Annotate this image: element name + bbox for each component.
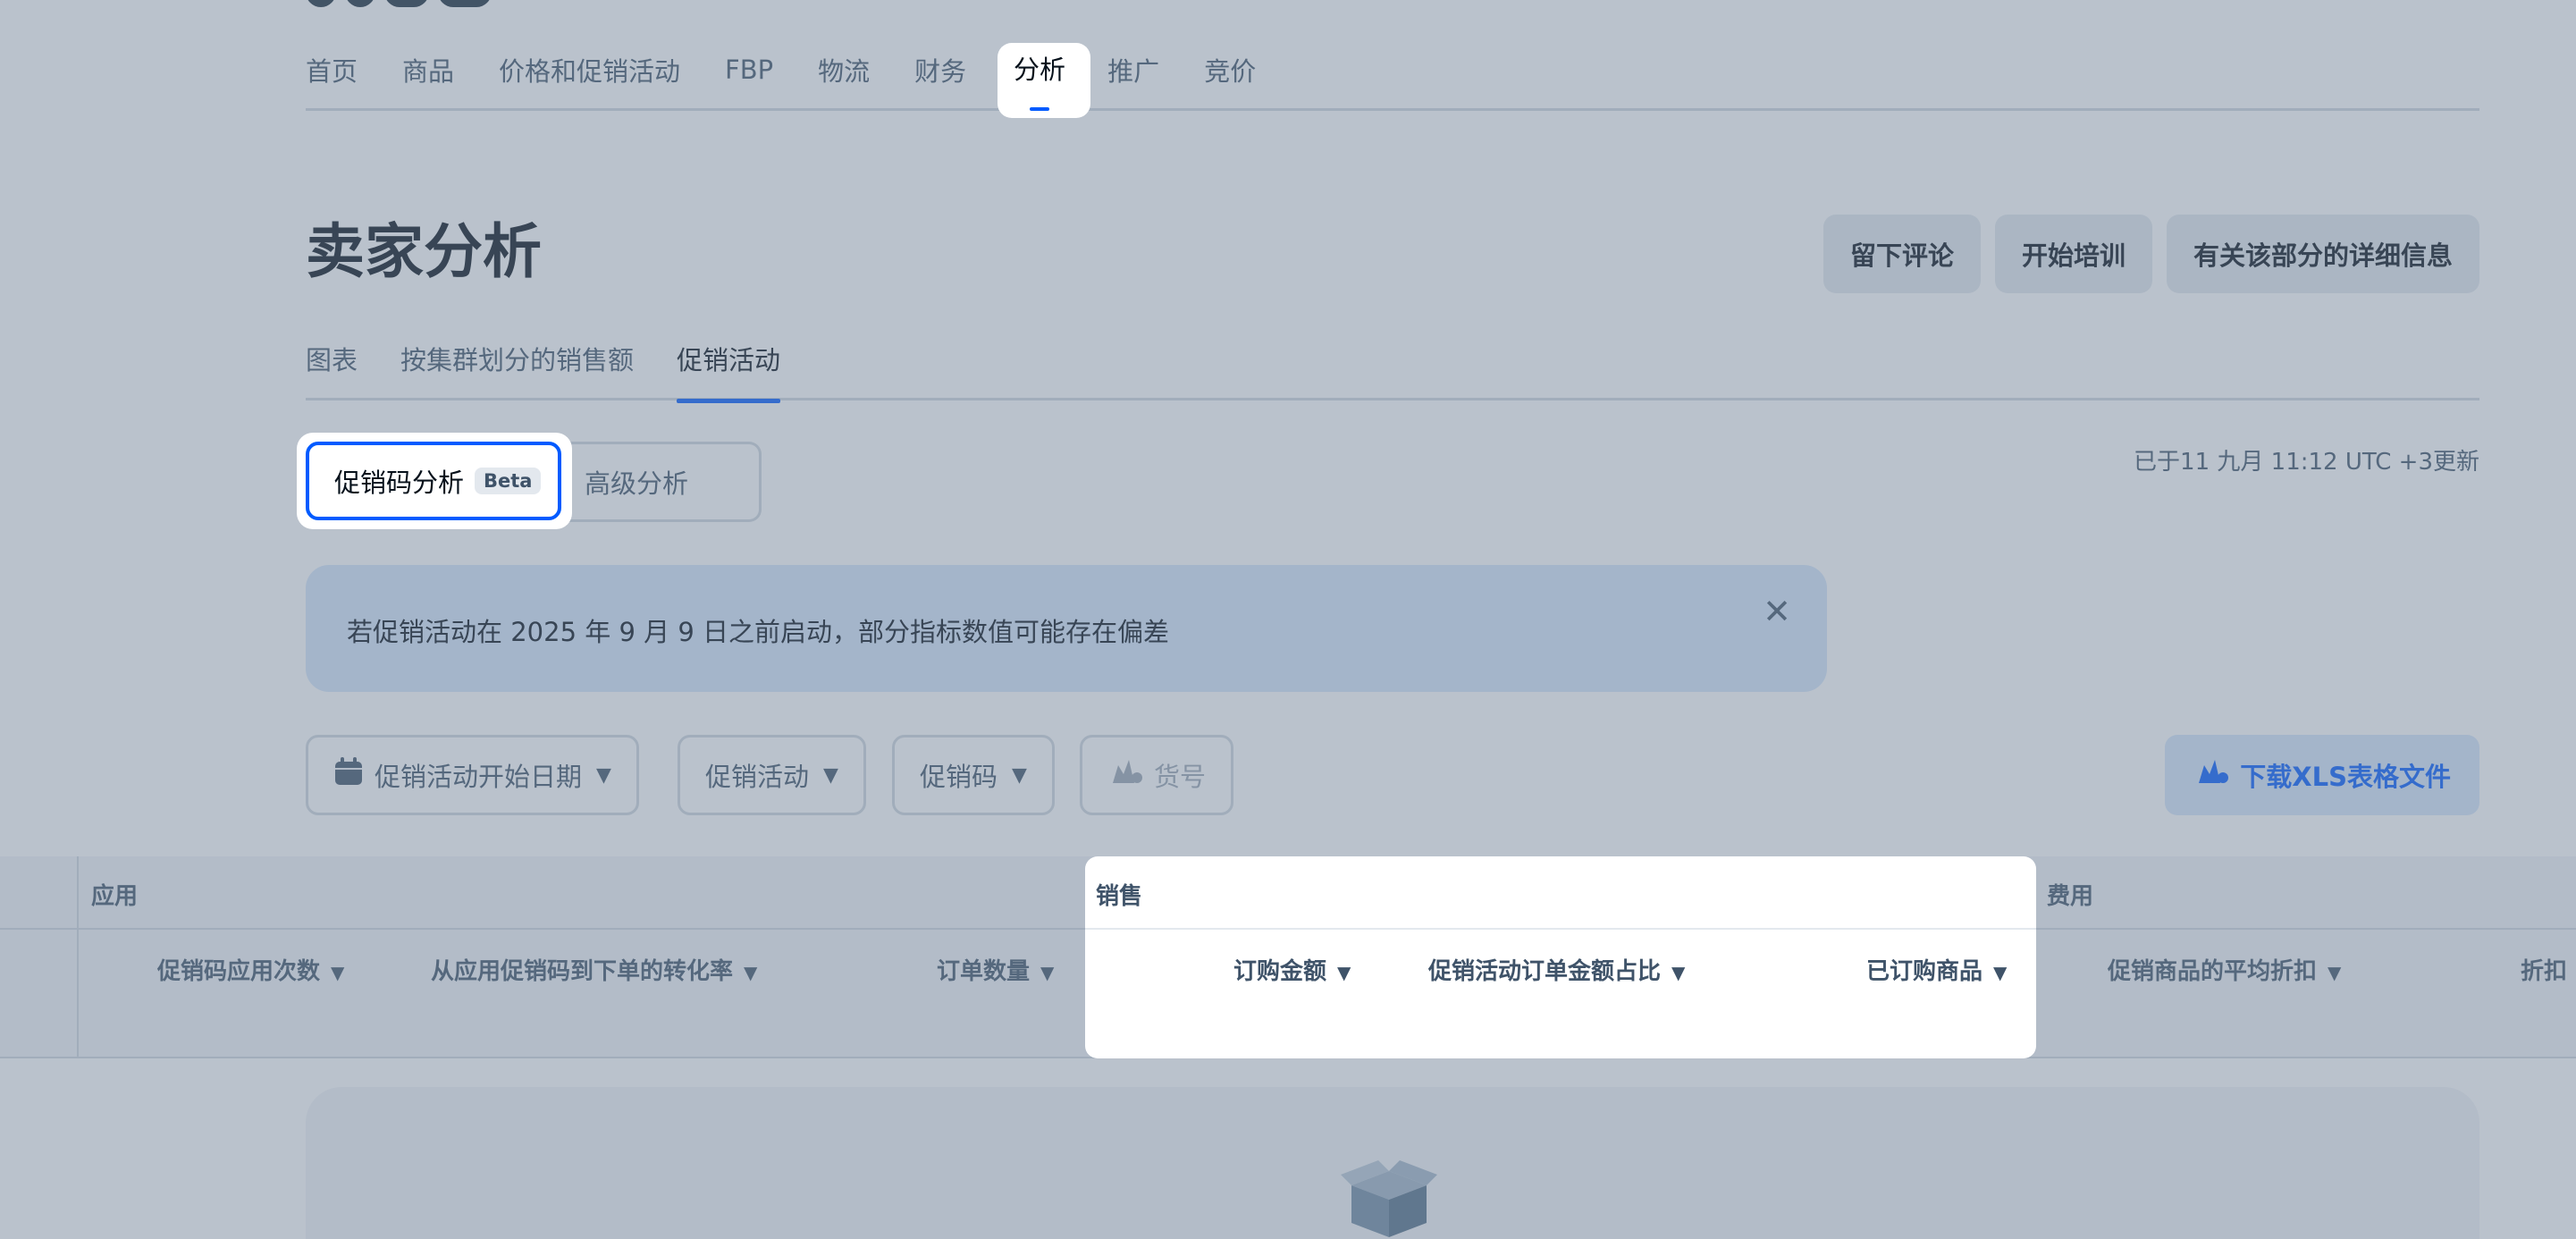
nav-item-logistics[interactable]: 物流 xyxy=(818,51,870,88)
nav-item-finance[interactable]: 财务 xyxy=(914,51,966,88)
segment-advanced-label: 高级分析 xyxy=(585,468,689,499)
nav-bar: 首页 商品 价格和促销活动 FBP 物流 财务 分析 推广 竞价 xyxy=(306,0,2479,111)
close-icon[interactable]: ✕ xyxy=(1757,592,1797,631)
col-order-count[interactable]: 订单数量 ▼ xyxy=(937,953,1054,986)
sparkle-icon xyxy=(2193,756,2229,794)
sales-columns-spotlight: 销售 订购金额 ▼ 促销活动订单金额占比 ▼ 已订购商品 ▼ xyxy=(1085,856,2036,1058)
col-discount[interactable]: 折扣 xyxy=(2521,953,2567,986)
group-sales: 销售 xyxy=(1096,883,1143,910)
segment-advanced[interactable]: 高级分析 xyxy=(554,442,762,522)
campaign-filter[interactable]: 促销活动 ▼ xyxy=(678,735,866,815)
promo-code-filter[interactable]: 促销码 ▼ xyxy=(892,735,1055,815)
analysis-segments: 高级分析 促销码分析 Beta 已于11 九月 11:12 UTC +3更新 xyxy=(297,433,2479,529)
group-apply: 应用 xyxy=(91,883,139,910)
tab-promotions[interactable]: 促销活动 xyxy=(677,340,781,403)
col-promo-share[interactable]: 促销活动订单金额占比 ▼ xyxy=(1428,953,1685,986)
empty-state-card xyxy=(306,1087,2479,1239)
download-xls-label: 下载XLS表格文件 xyxy=(2240,762,2451,792)
chevron-down-icon: ▼ xyxy=(1040,962,1055,983)
col-ordered-items[interactable]: 已订购商品 ▼ xyxy=(1866,953,2007,986)
filters-row: 促销活动开始日期 ▼ 促销活动 ▼ 促销码 ▼ 货号 下载XLS表格文件 xyxy=(306,735,2479,815)
beta-badge: Beta xyxy=(475,468,542,494)
tab-charts[interactable]: 图表 xyxy=(306,340,358,400)
chevron-down-icon: ▼ xyxy=(744,962,758,983)
campaign-filter-label: 促销活动 xyxy=(705,762,810,792)
col-apply-count-label: 促销码应用次数 xyxy=(157,958,321,985)
tab-cluster-sales[interactable]: 按集群划分的销售额 xyxy=(400,340,634,400)
col-order-amount[interactable]: 订购金额 ▼ xyxy=(1233,953,1351,986)
col-avg-discount[interactable]: 促销商品的平均折扣 ▼ xyxy=(2108,953,2341,986)
nav-item-promotion[interactable]: 推广 xyxy=(1107,51,1159,88)
calendar-icon xyxy=(333,756,364,794)
spotlight-divider xyxy=(1085,928,2036,930)
group-cost: 费用 xyxy=(2047,883,2094,910)
nav-item-home[interactable]: 首页 xyxy=(306,51,358,88)
chevron-down-icon: ▼ xyxy=(1012,763,1027,787)
start-date-filter-label: 促销活动开始日期 xyxy=(375,762,583,792)
leave-review-button[interactable]: 留下评论 xyxy=(1823,215,1981,293)
col-conversion-label: 从应用促销码到下单的转化率 xyxy=(431,958,734,985)
chevron-down-icon: ▼ xyxy=(1671,962,1686,983)
banner-text: 若促销活动在 2025 年 9 月 9 日之前启动，部分指标数值可能存在偏差 xyxy=(347,617,1170,647)
col-apply-count[interactable]: 促销码应用次数 ▼ xyxy=(157,953,344,986)
col-avg-discount-label: 促销商品的平均折扣 xyxy=(2108,958,2318,985)
chevron-down-icon: ▼ xyxy=(1993,962,2008,983)
start-date-filter[interactable]: 促销活动开始日期 ▼ xyxy=(306,735,639,815)
section-details-button[interactable]: 有关该部分的详细信息 xyxy=(2166,215,2479,293)
empty-box-icon xyxy=(1339,1159,1439,1239)
title-row: 卖家分析 留下评论 开始培训 有关该部分的详细信息 xyxy=(306,211,2479,300)
col-order-count-label: 订单数量 xyxy=(937,958,1031,985)
col-conversion[interactable]: 从应用促销码到下单的转化率 ▼ xyxy=(431,953,757,986)
segment-promo-code-spotlight[interactable]: 促销码分析 Beta xyxy=(306,442,561,520)
download-xls-button[interactable]: 下载XLS表格文件 xyxy=(2165,735,2479,815)
col-ordered-items-label: 已订购商品 xyxy=(1866,958,1983,985)
chevron-down-icon: ▼ xyxy=(331,962,345,983)
page-title: 卖家分析 xyxy=(306,217,542,286)
info-banner: 若促销活动在 2025 年 9 月 9 日之前启动，部分指标数值可能存在偏差 ✕ xyxy=(306,565,1827,692)
nav-item-bidding[interactable]: 竞价 xyxy=(1204,51,1256,88)
chevron-down-icon: ▼ xyxy=(596,763,611,787)
nav-item-prices-promotions[interactable]: 价格和促销活动 xyxy=(499,51,680,88)
nav-item-products[interactable]: 商品 xyxy=(402,51,454,88)
promo-code-filter-label: 促销码 xyxy=(920,762,998,792)
col-order-amount-label: 订购金额 xyxy=(1233,958,1327,985)
nav-items: 首页 商品 价格和促销活动 FBP 物流 财务 分析 推广 竞价 xyxy=(306,48,1301,108)
sku-filter[interactable]: 货号 xyxy=(1080,735,1234,815)
sub-tabs: 图表 按集群划分的销售额 促销活动 xyxy=(306,333,2479,403)
col-promo-share-label: 促销活动订单金额占比 xyxy=(1428,958,1662,985)
chevron-down-icon: ▼ xyxy=(2328,962,2342,983)
nav-item-analytics-spotlight[interactable]: 分析 xyxy=(1014,48,1065,111)
sparkle-icon xyxy=(1107,756,1143,794)
chevron-down-icon: ▼ xyxy=(1337,962,1351,983)
sku-filter-label: 货号 xyxy=(1154,762,1207,792)
start-training-button[interactable]: 开始培训 xyxy=(1994,215,2152,293)
seller-analytics-page: 首页 商品 价格和促销活动 FBP 物流 财务 分析 推广 竞价 卖家分析 留下… xyxy=(0,0,2576,1239)
header-buttons: 留下评论 开始培训 有关该部分的详细信息 xyxy=(1823,215,2479,293)
chevron-down-icon: ▼ xyxy=(823,763,838,787)
nav-item-fbp[interactable]: FBP xyxy=(725,55,773,85)
table-divider xyxy=(77,856,79,1058)
update-time: 已于11 九月 11:12 UTC +3更新 xyxy=(2134,449,2479,476)
segment-promo-code-spotlight-label: 促销码分析 xyxy=(334,468,465,498)
sub-tab-list: 图表 按集群划分的销售额 促销活动 xyxy=(306,333,2479,403)
col-discount-label: 折扣 xyxy=(2521,958,2568,985)
